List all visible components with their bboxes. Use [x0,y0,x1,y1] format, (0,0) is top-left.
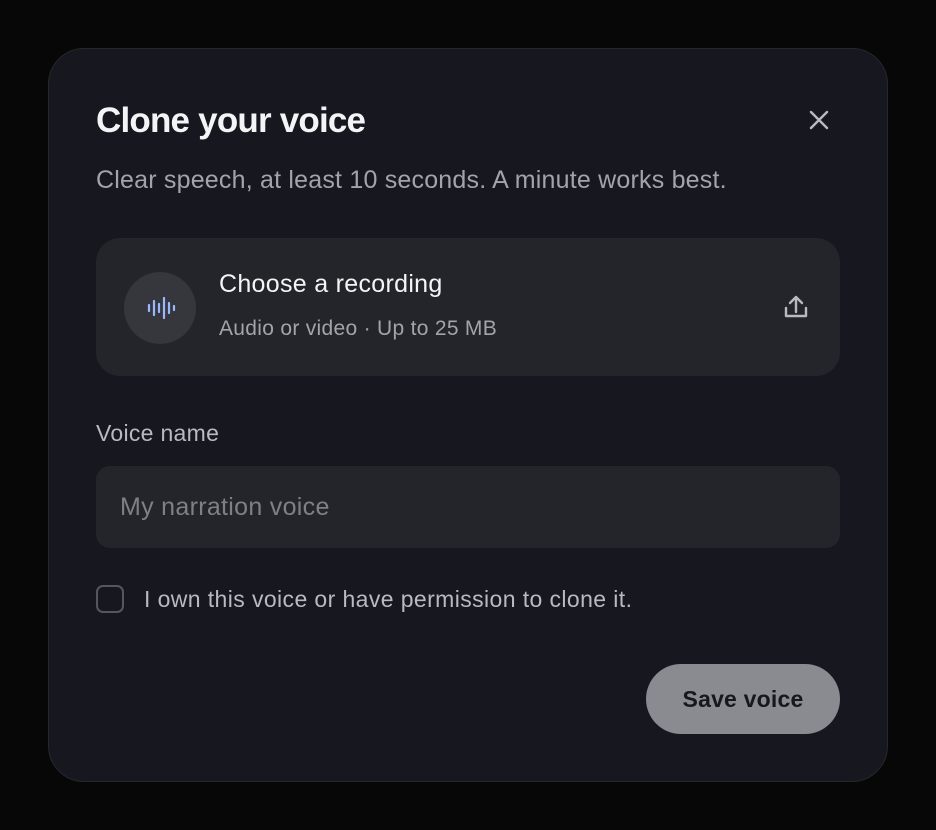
audio-wave-icon [147,296,176,320]
save-voice-button[interactable]: Save voice [646,664,840,734]
voice-name-label: Voice name [96,420,220,446]
clone-voice-dialog: Clone your voice Clear speech, at least … [48,48,888,782]
close-icon [809,110,829,130]
close-button[interactable] [803,104,835,136]
voice-name-input[interactable] [96,466,840,548]
audio-wave-icon-container [124,272,196,344]
upload-icon [784,295,808,318]
upload-title: Choose a recording [219,270,443,298]
permission-consent[interactable]: I own this voice or have permission to c… [96,582,632,616]
permission-checkbox[interactable] [96,585,124,613]
permission-consent-label: I own this voice or have permission to c… [144,586,633,612]
upload-file-requirements: Audio or video · Up to 25 MB [219,317,498,340]
dialog-subtitle: Clear speech, at least 10 seconds. A min… [96,166,727,194]
choose-recording-button[interactable]: Choose a recording Audio or video · Up t… [96,238,840,376]
upload-action[interactable] [780,291,812,323]
dialog-title: Clone your voice [96,101,366,140]
